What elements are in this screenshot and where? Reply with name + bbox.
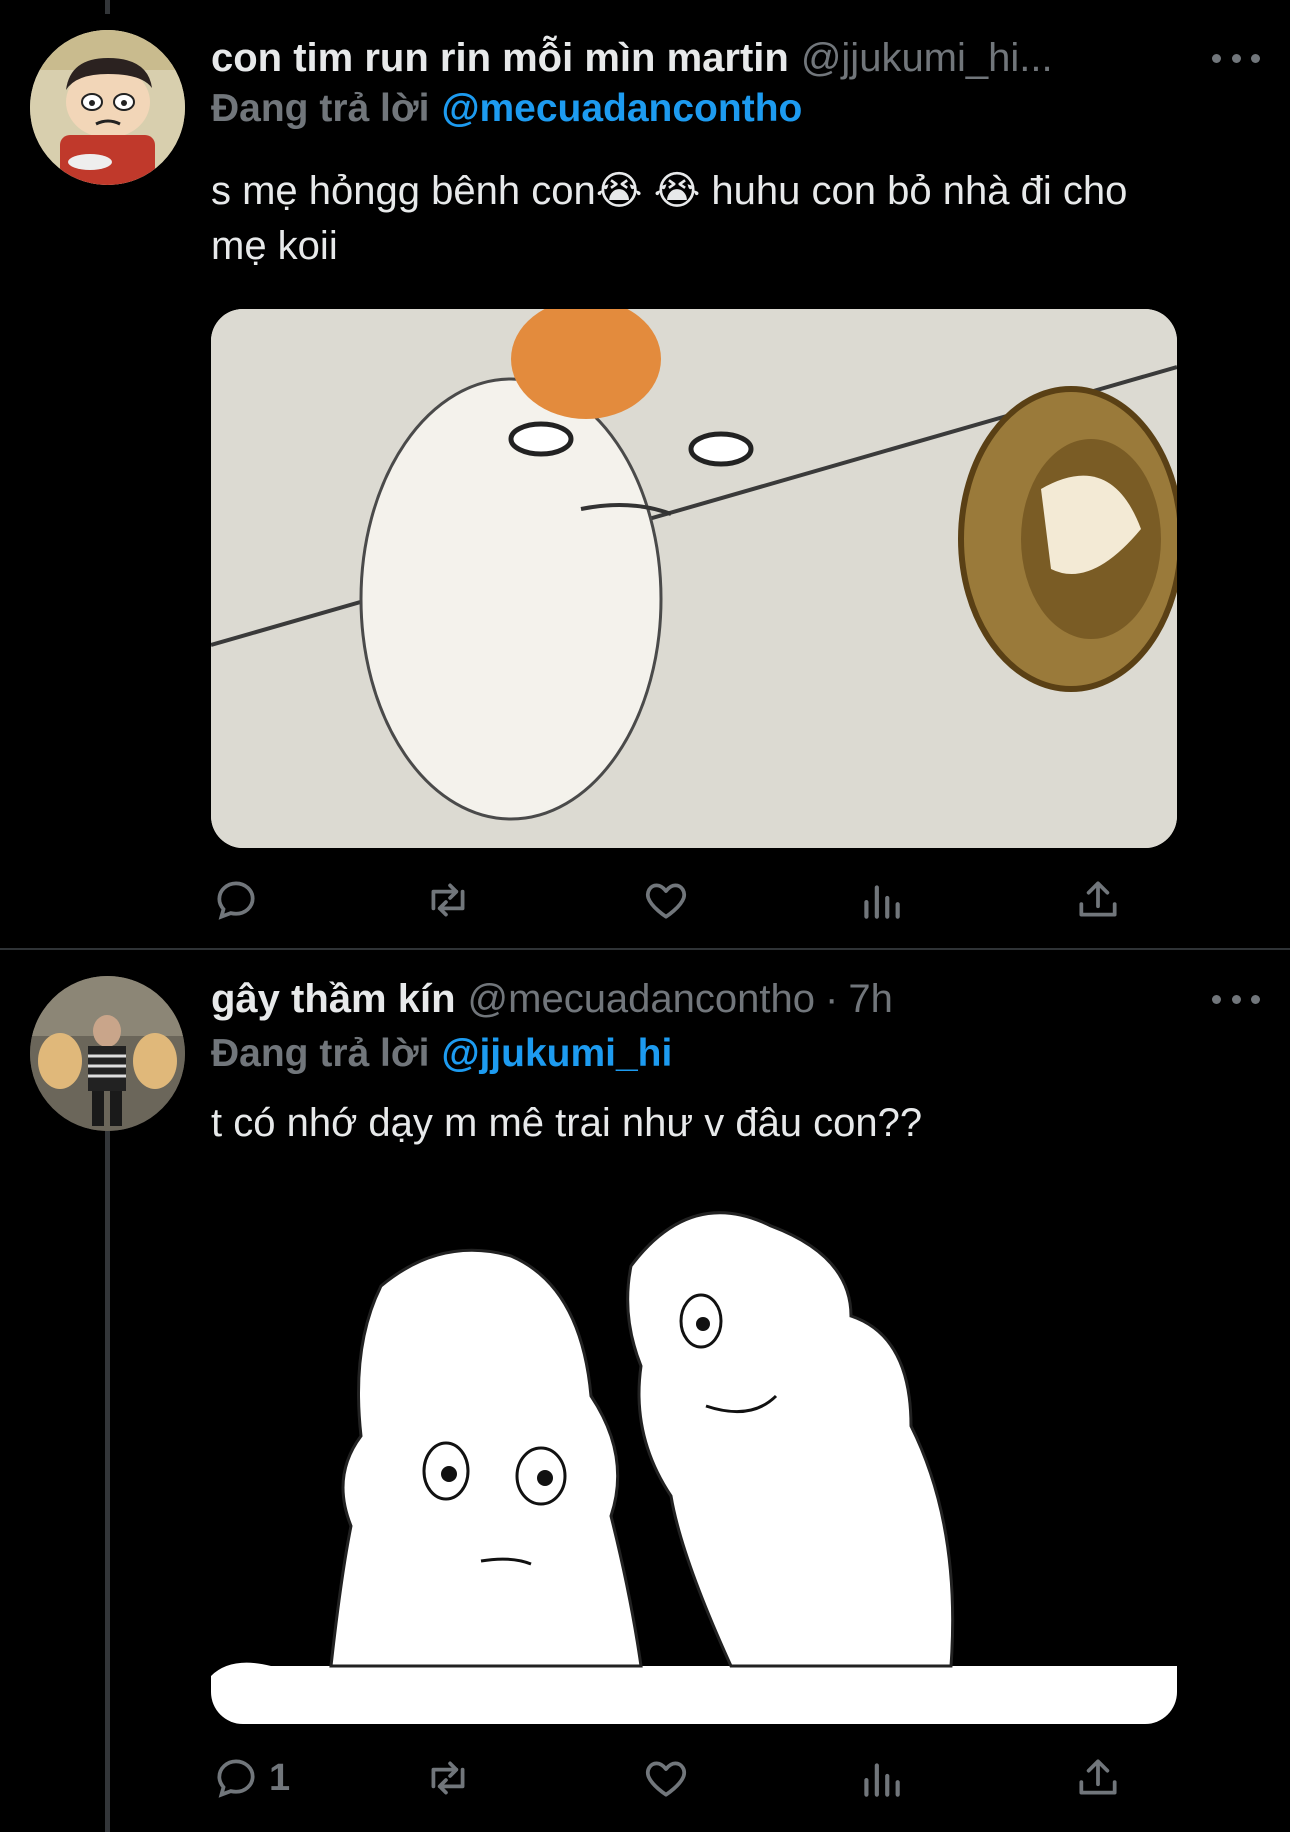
views-icon [864, 885, 900, 919]
reply-icon [217, 1759, 255, 1798]
tweet-text: s mẹ hỏngg bênh con😭 😭 huhu con bỏ nhà đ… [211, 164, 1246, 274]
more-icon[interactable] [1212, 974, 1260, 1024]
like-button[interactable] [641, 872, 691, 928]
share-button[interactable] [1073, 872, 1123, 928]
reply-button[interactable]: 1 [211, 1750, 290, 1806]
tweet-media-image[interactable] [211, 309, 1177, 848]
display-name[interactable]: gây thầm kín [211, 977, 456, 1022]
user-handle[interactable]: @jjukumi_hi... [801, 36, 1053, 81]
reply-label: Đang trả lời [211, 1032, 430, 1075]
user-handle[interactable]: @mecuadancontho [468, 977, 816, 1022]
reply-context: Đang trả lời @jjukumi_hi [211, 1029, 672, 1079]
reply-icon [217, 881, 255, 920]
like-icon [645, 1761, 687, 1797]
share-icon [1079, 1759, 1117, 1795]
retweet-button[interactable] [423, 1750, 473, 1806]
retweet-button[interactable] [423, 872, 473, 928]
tweet-header: gây thầm kín @mecuadancontho · 7h [211, 974, 1180, 1024]
tweet-text-line: t có nhớ dạy m mê trai như v đâu con?? [211, 1101, 923, 1145]
reply-count: 1 [269, 1756, 291, 1799]
reply-label: Đang trả lời [211, 87, 430, 130]
avatar[interactable] [30, 976, 185, 1131]
tweet-1[interactable]: con tim run rin mỗi mìn martin @jjukumi_… [0, 0, 1290, 948]
views-icon [864, 1763, 900, 1797]
reply-to-link[interactable]: @mecuadancontho [441, 87, 802, 131]
tweet-text-line: s mẹ hỏngg bênh con😭 😭 huhu con bỏ nhà đ… [211, 169, 1128, 213]
like-icon [645, 883, 687, 919]
share-icon [1079, 881, 1117, 917]
timestamp[interactable]: 7h [848, 977, 893, 1022]
reply-button[interactable] [211, 872, 269, 928]
reply-to-link[interactable]: @jjukumi_hi [441, 1032, 672, 1076]
tweet-2[interactable]: gây thầm kín @mecuadancontho · 7h Đang t… [0, 950, 1290, 1832]
display-name[interactable]: con tim run rin mỗi mìn martin [211, 36, 789, 81]
share-button[interactable] [1073, 1750, 1123, 1806]
retweet-icon [431, 883, 465, 917]
avatar[interactable] [30, 30, 185, 185]
like-button[interactable] [641, 1750, 691, 1806]
tweet-actions: 1 [211, 1750, 1151, 1806]
separator-dot: · [825, 976, 839, 1021]
views-button[interactable] [856, 872, 906, 928]
more-icon[interactable] [1212, 33, 1260, 83]
retweet-icon [431, 1761, 465, 1795]
tweet-text-line: mẹ koii [211, 224, 338, 268]
tweet-media-image[interactable] [211, 1196, 1177, 1724]
views-button[interactable] [856, 1750, 906, 1806]
reply-context: Đang trả lời @mecuadancontho [211, 84, 802, 134]
tweet-text: t có nhớ dạy m mê trai như v đâu con?? [211, 1096, 1246, 1151]
tweet-header: con tim run rin mỗi mìn martin @jjukumi_… [211, 33, 1180, 83]
tweet-actions [211, 872, 1151, 928]
